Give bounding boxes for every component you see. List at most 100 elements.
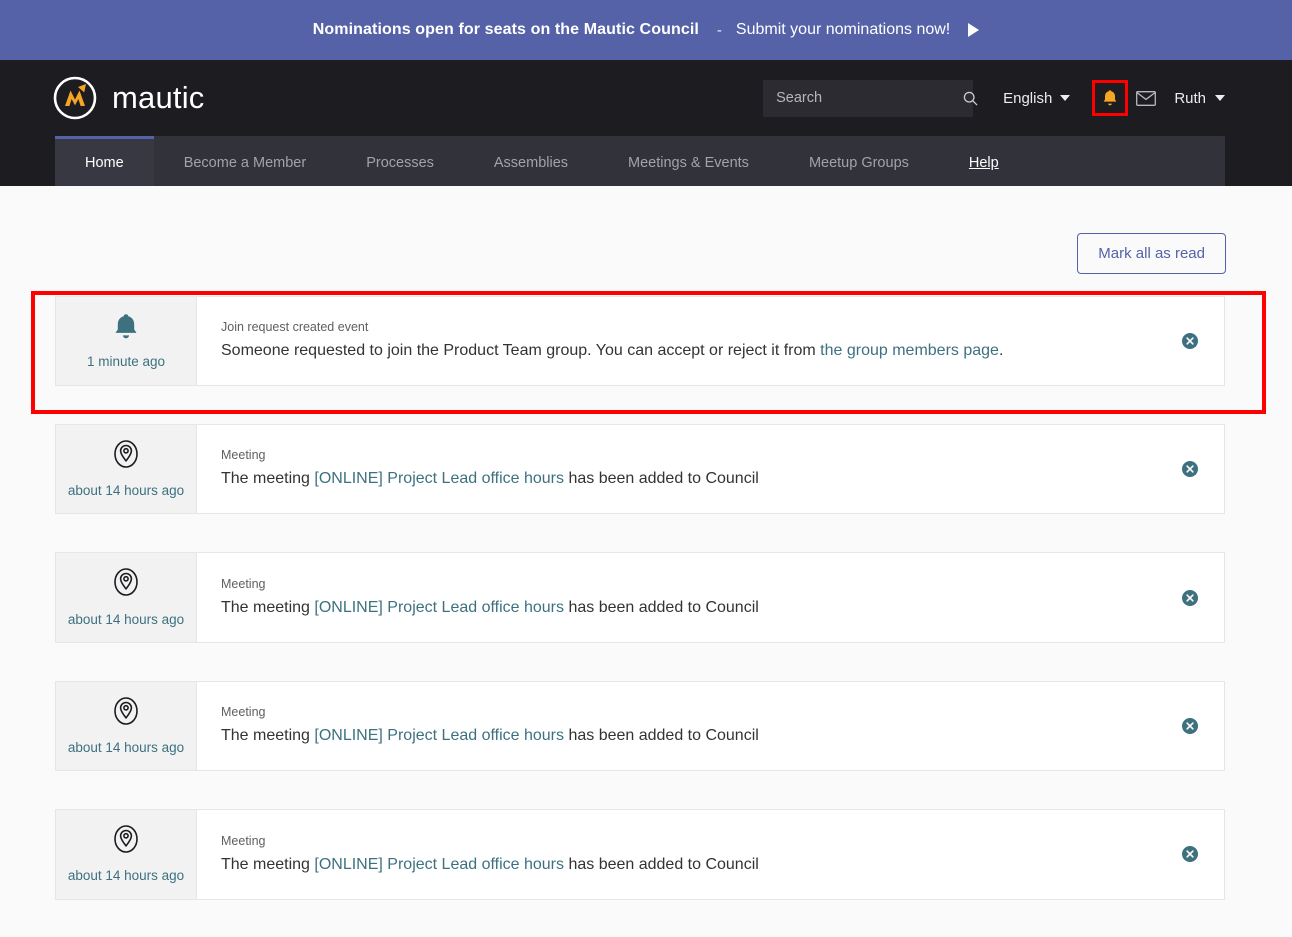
notification-timestamp-cell: about 14 hours ago <box>56 553 197 641</box>
dismiss-notification-button[interactable] <box>1182 333 1198 349</box>
notification-text: Meeting The meeting [ONLINE] Project Lea… <box>221 834 1182 876</box>
mark-all-as-read-button[interactable]: Mark all as read <box>1077 233 1226 274</box>
header-actions: English Ruth <box>763 80 1225 117</box>
notification-time: about 14 hours ago <box>68 612 184 628</box>
notification-body: Meeting The meeting [ONLINE] Project Lea… <box>197 553 1224 641</box>
notifications-toolbar: Mark all as read <box>33 186 1259 274</box>
notification-body: Join request created event Someone reque… <box>197 297 1224 385</box>
banner-headline: Nominations open for seats on the Mautic… <box>313 21 699 39</box>
nav-item-help[interactable]: Help <box>939 136 1029 186</box>
nav-items: Home Become a Member Processes Assemblie… <box>55 136 1225 186</box>
dismiss-notification-button[interactable] <box>1182 846 1198 862</box>
notification-link[interactable]: [ONLINE] Project Lead office hours <box>314 470 564 487</box>
notifications-page: Mark all as read 1 minute ago Join re <box>0 186 1292 937</box>
notification-body: Meeting The meeting [ONLINE] Project Lea… <box>197 810 1224 898</box>
close-circle-icon <box>1182 850 1198 865</box>
close-circle-icon <box>1182 337 1198 352</box>
chevron-down-icon <box>1060 95 1070 101</box>
map-pin-icon <box>113 567 139 601</box>
notification-row: about 14 hours ago Meeting The meeting [… <box>33 809 1259 899</box>
nav-item-label: Processes <box>366 155 434 171</box>
notification-row: about 14 hours ago Meeting The meeting [… <box>33 552 1259 642</box>
notification-message: Someone requested to join the Product Te… <box>221 340 1182 362</box>
nav-item-label: Become a Member <box>184 155 307 171</box>
notification-text: Meeting The meeting [ONLINE] Project Lea… <box>221 448 1182 490</box>
main-navigation: Home Become a Member Processes Assemblie… <box>0 136 1292 186</box>
notification-link[interactable]: [ONLINE] Project Lead office hours <box>314 599 564 616</box>
nav-item-become-a-member[interactable]: Become a Member <box>154 136 337 186</box>
nav-item-label: Assemblies <box>494 155 568 171</box>
notification-label: Meeting <box>221 448 1182 462</box>
notifications-button[interactable] <box>1092 80 1128 116</box>
notification-time: about 14 hours ago <box>68 483 184 499</box>
notification-text: Meeting The meeting [ONLINE] Project Lea… <box>221 705 1182 747</box>
bell-icon <box>113 312 139 344</box>
message-part-before: The meeting <box>221 599 314 616</box>
notification-timestamp-cell: 1 minute ago <box>56 297 197 385</box>
nav-item-label: Home <box>85 155 124 171</box>
nav-item-label: Help <box>969 155 999 171</box>
announcement-banner: Nominations open for seats on the Mautic… <box>0 0 1292 60</box>
dismiss-notification-button[interactable] <box>1182 461 1198 477</box>
notification-time: about 14 hours ago <box>68 740 184 756</box>
map-pin-icon <box>113 696 139 730</box>
notification-card[interactable]: 1 minute ago Join request created event … <box>55 296 1225 386</box>
notification-card[interactable]: about 14 hours ago Meeting The meeting [… <box>55 424 1225 514</box>
nav-spacer <box>1029 136 1225 186</box>
notification-label: Meeting <box>221 705 1182 719</box>
notification-message: The meeting [ONLINE] Project Lead office… <box>221 725 1182 747</box>
notification-time: about 14 hours ago <box>68 868 184 884</box>
language-label: English <box>1003 90 1052 107</box>
message-part-before: The meeting <box>221 856 314 873</box>
search-input[interactable] <box>776 90 963 106</box>
dismiss-notification-button[interactable] <box>1182 590 1198 606</box>
close-circle-icon <box>1182 465 1198 480</box>
notification-link[interactable]: [ONLINE] Project Lead office hours <box>314 727 564 744</box>
user-menu[interactable]: Ruth <box>1174 90 1225 107</box>
notification-timestamp-cell: about 14 hours ago <box>56 682 197 770</box>
dismiss-notification-button[interactable] <box>1182 718 1198 734</box>
message-part-after: has been added to Council <box>564 856 759 873</box>
notification-message: The meeting [ONLINE] Project Lead office… <box>221 468 1182 490</box>
notification-label: Meeting <box>221 834 1182 848</box>
banner-cta-link[interactable]: Submit your nominations now! <box>736 21 950 39</box>
search-box[interactable] <box>763 80 973 117</box>
nav-item-meetup-groups[interactable]: Meetup Groups <box>779 136 939 186</box>
message-part-before: The meeting <box>221 727 314 744</box>
mautic-logo-icon <box>52 75 98 121</box>
envelope-icon[interactable] <box>1136 91 1156 106</box>
search-icon[interactable] <box>963 91 978 106</box>
notification-label: Join request created event <box>221 320 1182 334</box>
close-circle-icon <box>1182 594 1198 609</box>
message-part-before: The meeting <box>221 470 314 487</box>
message-part-before: Someone requested to join the Product Te… <box>221 342 820 359</box>
notification-card[interactable]: about 14 hours ago Meeting The meeting [… <box>55 552 1225 642</box>
brand-name: mautic <box>112 80 205 116</box>
message-part-after: has been added to Council <box>564 470 759 487</box>
notification-label: Meeting <box>221 577 1182 591</box>
language-selector[interactable]: English <box>1003 90 1070 107</box>
notification-card[interactable]: about 14 hours ago Meeting The meeting [… <box>55 809 1225 899</box>
notification-row: about 14 hours ago Meeting The meeting [… <box>33 681 1259 771</box>
notification-card[interactable]: about 14 hours ago Meeting The meeting [… <box>55 681 1225 771</box>
notifications-list: 1 minute ago Join request created event … <box>33 296 1259 937</box>
nav-item-processes[interactable]: Processes <box>336 136 464 186</box>
notification-link[interactable]: [ONLINE] Project Lead office hours <box>314 856 564 873</box>
notification-text: Join request created event Someone reque… <box>221 320 1182 362</box>
map-pin-icon <box>113 824 139 858</box>
notification-row-highlighted: 1 minute ago Join request created event … <box>33 296 1259 386</box>
nav-item-meetings-and-events[interactable]: Meetings & Events <box>598 136 779 186</box>
notification-body: Meeting The meeting [ONLINE] Project Lea… <box>197 682 1224 770</box>
close-circle-icon <box>1182 722 1198 737</box>
nav-item-assemblies[interactable]: Assemblies <box>464 136 598 186</box>
notification-message: The meeting [ONLINE] Project Lead office… <box>221 854 1182 876</box>
notification-body: Meeting The meeting [ONLINE] Project Lea… <box>197 425 1224 513</box>
notification-timestamp-cell: about 14 hours ago <box>56 425 197 513</box>
user-menu-label: Ruth <box>1174 90 1206 107</box>
notification-text: Meeting The meeting [ONLINE] Project Lea… <box>221 577 1182 619</box>
nav-item-label: Meetings & Events <box>628 155 749 171</box>
banner-separator: - <box>699 22 736 39</box>
nav-item-home[interactable]: Home <box>55 136 154 186</box>
notification-link[interactable]: the group members page <box>820 342 999 359</box>
brand-logo[interactable]: mautic <box>52 75 205 121</box>
